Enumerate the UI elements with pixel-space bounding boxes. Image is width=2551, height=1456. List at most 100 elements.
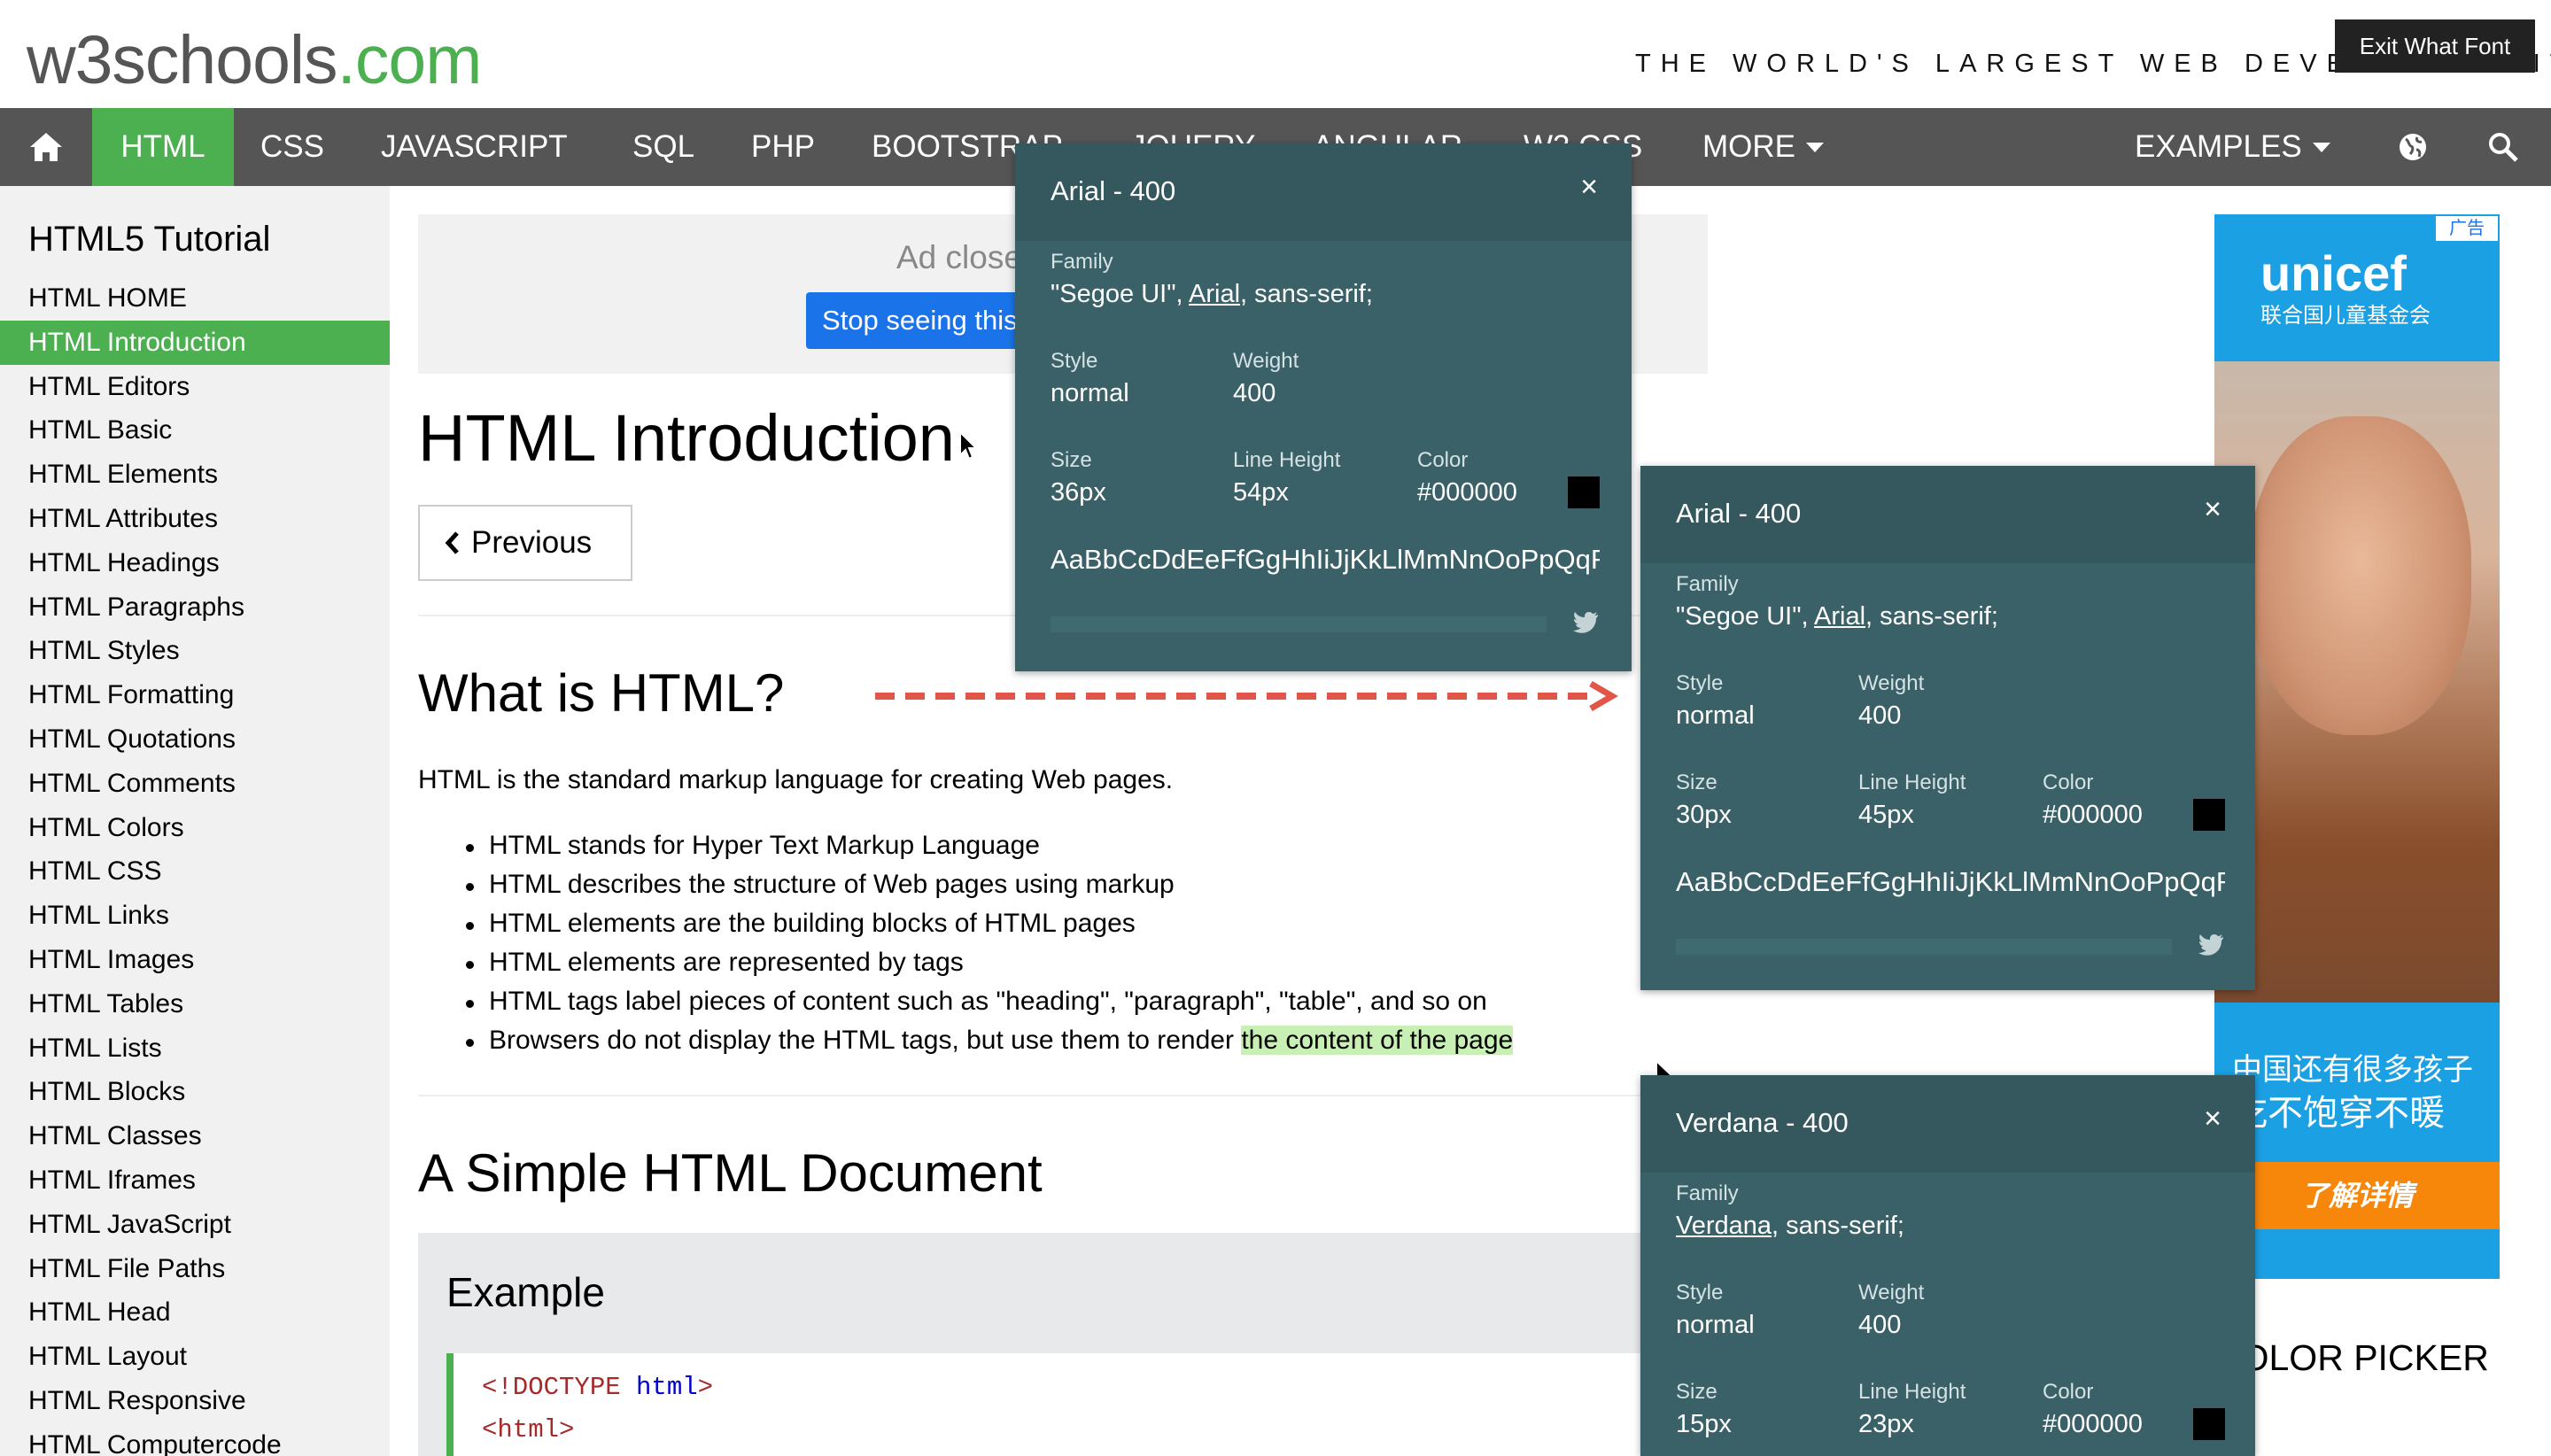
ad-text-line: 中国还有很多孩子	[2232, 1053, 2473, 1087]
globe-button[interactable]	[2395, 108, 2431, 186]
exit-what-font-button[interactable]: Exit What Font	[2335, 19, 2535, 73]
twitter-icon[interactable]	[2198, 933, 2225, 956]
intro-paragraph: HTML is the standard markup language for…	[418, 765, 1174, 794]
sidebar-item[interactable]: HTML Formatting	[0, 673, 390, 717]
sidebar-item[interactable]: HTML Tables	[0, 982, 390, 1026]
sidebar-item[interactable]: HTML Attributes	[0, 497, 390, 541]
line-height-value: 23px	[1858, 1410, 1914, 1438]
popup-title: Arial - 400	[1676, 498, 1802, 529]
list-item: HTML elements are the building blocks of…	[466, 909, 1136, 938]
sidebar-item[interactable]: HTML Introduction	[0, 320, 390, 365]
close-icon[interactable]: ×	[2204, 1102, 2221, 1136]
sidebar-item[interactable]: HTML Basic	[0, 408, 390, 453]
ad-tag[interactable]: 广告	[2436, 216, 2498, 241]
color-swatch	[2193, 799, 2225, 831]
sidebar: HTML5 Tutorial HTML HOME HTML Introductio…	[0, 186, 390, 1456]
size-value: 15px	[1676, 1410, 1732, 1438]
sidebar-item[interactable]: HTML Editors	[0, 365, 390, 409]
ad-text-line: 吃不饱穿不暖	[2232, 1094, 2445, 1133]
family-match-link[interactable]: Verdana	[1676, 1212, 1772, 1240]
line-height-label: Line Height	[1858, 771, 1966, 794]
sidebar-item[interactable]: HTML Comments	[0, 762, 390, 806]
sidebar-item[interactable]: HTML Layout	[0, 1335, 390, 1379]
nav-php[interactable]: PHP	[751, 108, 815, 186]
previous-button[interactable]: Previous	[418, 505, 632, 581]
sidebar-item[interactable]: HTML Computercode	[0, 1423, 390, 1456]
sidebar-item[interactable]: HTML HOME	[0, 276, 390, 321]
family-value: Verdana, sans-serif;	[1676, 1212, 1904, 1241]
popup-title: Arial - 400	[1051, 175, 1176, 206]
list-item: HTML tags label pieces of content such a…	[466, 987, 1487, 1016]
unicef-subtitle: 联合国儿童基金会	[2260, 304, 2431, 328]
weight-label: Weight	[1858, 671, 1925, 695]
size-value: 36px	[1051, 478, 1106, 507]
sidebar-item[interactable]: HTML Classes	[0, 1114, 390, 1158]
search-button[interactable]	[2485, 108, 2521, 186]
sidebar-item[interactable]: HTML Colors	[0, 806, 390, 850]
twitter-icon[interactable]	[1573, 611, 1600, 634]
sidebar-item[interactable]: HTML Images	[0, 938, 390, 982]
ad-photo-child	[2250, 416, 2471, 735]
nav-css[interactable]: CSS	[260, 108, 324, 186]
nav-examples[interactable]: EXAMPLES	[2135, 108, 2330, 186]
nav-more[interactable]: MORE	[1702, 108, 1824, 186]
weight-label: Weight	[1858, 1281, 1925, 1305]
popup-footer-bar	[1051, 616, 1547, 632]
sidebar-item[interactable]: HTML Paragraphs	[0, 585, 390, 630]
home-button[interactable]	[0, 108, 92, 186]
close-icon[interactable]: ×	[1580, 170, 1598, 205]
divider	[418, 1095, 1708, 1096]
mouse-cursor-icon	[959, 430, 978, 461]
red-arrow-annotation	[875, 680, 1618, 712]
list-item: HTML describes the structure of Web page…	[466, 870, 1175, 899]
sidebar-item[interactable]: HTML JavaScript	[0, 1203, 390, 1247]
sidebar-item[interactable]: HTML Lists	[0, 1026, 390, 1071]
sidebar-item[interactable]: HTML CSS	[0, 849, 390, 894]
color-label: Color	[2043, 771, 2094, 794]
family-match-link[interactable]: Arial	[1189, 280, 1240, 308]
sidebar-title: HTML5 Tutorial	[28, 220, 271, 259]
color-swatch	[2193, 1408, 2225, 1440]
list-item: HTML elements are represented by tags	[466, 948, 964, 977]
family-part: , sans-serif;	[1772, 1212, 1904, 1240]
style-value: normal	[1051, 379, 1129, 407]
caret-down-icon	[1806, 142, 1824, 152]
color-swatch	[1568, 476, 1600, 508]
family-match-link[interactable]: Arial	[1814, 602, 1865, 631]
caret-down-icon	[2312, 142, 2330, 152]
sidebar-item[interactable]: HTML Styles	[0, 629, 390, 673]
sidebar-item[interactable]: HTML Links	[0, 894, 390, 938]
highlighted-text: the content of the page	[1241, 1026, 1514, 1055]
color-value: #000000	[2043, 801, 2143, 829]
sidebar-item[interactable]: HTML Quotations	[0, 717, 390, 762]
weight-label: Weight	[1233, 349, 1299, 373]
nav-javascript[interactable]: JAVASCRIPT	[381, 108, 568, 186]
family-value: "Segoe UI", Arial, sans-serif;	[1051, 280, 1373, 309]
sidebar-item[interactable]: HTML Blocks	[0, 1070, 390, 1114]
w3schools-logo[interactable]: w3schools.com	[27, 19, 482, 101]
logo-text: w3schools	[27, 22, 338, 98]
sidebar-item[interactable]: HTML Responsive	[0, 1379, 390, 1423]
whatfont-popup: Arial - 400 × Family "Segoe UI", Arial, …	[1640, 466, 2255, 990]
sidebar-item[interactable]: HTML Headings	[0, 541, 390, 585]
line-height-label: Line Height	[1858, 1380, 1966, 1404]
font-sample: AaBbCcDdEeFfGgHhIiJjKkLlMmNnOoPpQqRrSsTt…	[1051, 544, 1600, 575]
style-label: Style	[1051, 349, 1098, 373]
line-height-label: Line Height	[1233, 448, 1341, 472]
unicef-logo: unicef	[2260, 245, 2407, 301]
code-line: <html>	[482, 1415, 575, 1444]
nav-html[interactable]: HTML	[92, 108, 234, 186]
sidebar-item[interactable]: HTML Elements	[0, 453, 390, 497]
weight-value: 400	[1858, 1311, 1902, 1339]
code-token: >	[697, 1373, 714, 1402]
whatfont-popup: Arial - 400 × Family "Segoe UI", Arial, …	[1015, 143, 1632, 671]
close-icon[interactable]: ×	[2204, 492, 2221, 527]
sidebar-item[interactable]: HTML File Paths	[0, 1247, 390, 1291]
font-sample: AaBbCcDdEeFfGgHhIiJjKkLlMmNnOoPpQqRrSsTt…	[1676, 866, 2225, 897]
ad-cta-button[interactable]: 了解详情	[2214, 1162, 2500, 1229]
sidebar-item[interactable]: HTML Iframes	[0, 1158, 390, 1203]
chevron-left-icon	[445, 531, 459, 554]
previous-label: Previous	[471, 525, 593, 560]
nav-sql[interactable]: SQL	[632, 108, 694, 186]
sidebar-item[interactable]: HTML Head	[0, 1290, 390, 1335]
